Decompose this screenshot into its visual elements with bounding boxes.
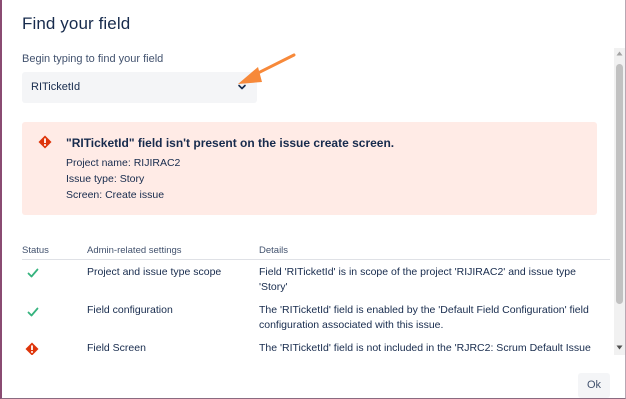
column-header-details: Details [259, 245, 289, 256]
alert-issue-type: Issue type: Story [66, 173, 145, 185]
field-select[interactable]: RITicketId [22, 72, 257, 103]
table-row-details: The 'RITicketId' field is enabled by the… [259, 304, 589, 331]
alert-project: Project name: RIJIRAC2 [66, 157, 181, 169]
table-row-setting: Field configuration [87, 304, 173, 316]
ok-button[interactable]: Ok [578, 373, 610, 398]
table-row-details: The 'RITicketId' field is not included i… [259, 342, 591, 354]
scrollbar[interactable] [614, 48, 625, 355]
error-icon [25, 342, 39, 355]
alert-heading: "RITicketId" field isn't present on the … [66, 136, 395, 150]
arrow-icon [238, 53, 296, 84]
check-icon [27, 307, 39, 317]
scrollbar-thumb[interactable] [616, 64, 623, 304]
table-header-divider [22, 259, 610, 260]
dialog-title: Find your field [22, 14, 131, 33]
field-select-value: RITicketId [31, 81, 81, 93]
table-row-setting: Project and issue type scope [87, 266, 222, 278]
scroll-up-icon[interactable] [616, 51, 623, 56]
error-icon [38, 135, 52, 149]
column-header-settings: Admin-related settings [87, 245, 182, 256]
find-field-dialog: Find your field Begin typing to find you… [0, 0, 626, 399]
table-row-details: Field 'RITicketId' is in scope of the pr… [259, 266, 576, 293]
check-icon [27, 268, 39, 278]
settings-table: Status Admin-related settings Details Pr… [22, 242, 612, 355]
alert-screen: Screen: Create issue [66, 189, 165, 201]
column-header-status: Status [22, 245, 49, 256]
error-alert: "RITicketId" field isn't present on the … [22, 122, 597, 215]
table-row-setting: Field Screen [87, 342, 146, 354]
field-search-label: Begin typing to find your field [22, 53, 164, 65]
scroll-down-icon[interactable] [616, 345, 623, 350]
